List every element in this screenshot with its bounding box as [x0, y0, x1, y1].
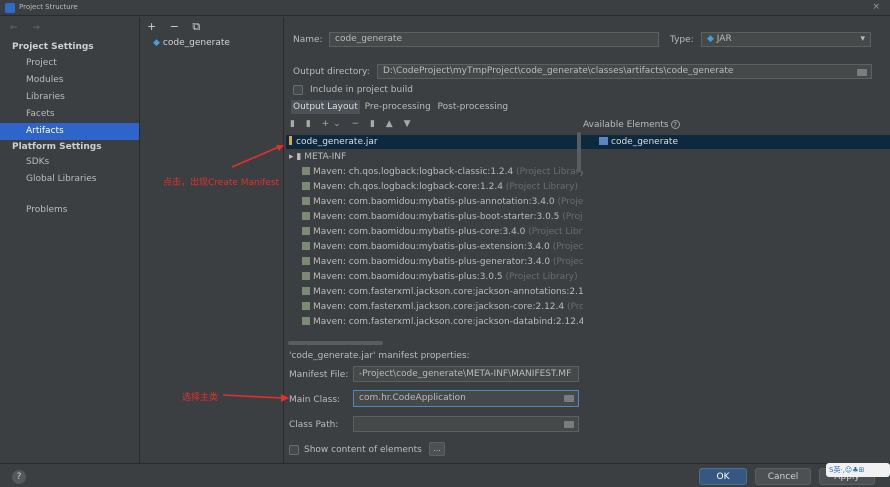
annotation-arrow [222, 394, 283, 399]
ok-button[interactable]: OK [699, 468, 747, 485]
dialog-footer: ? OK Cancel Apply [0, 463, 890, 487]
cancel-button[interactable]: Cancel [755, 468, 811, 485]
annotation-arrows [222, 145, 289, 402]
help-button[interactable]: ? [12, 470, 26, 484]
arrow-head [281, 394, 289, 402]
annotation-arrow [231, 145, 282, 168]
ime-toolbar[interactable]: S英·,☺♣⊞ [826, 463, 890, 477]
